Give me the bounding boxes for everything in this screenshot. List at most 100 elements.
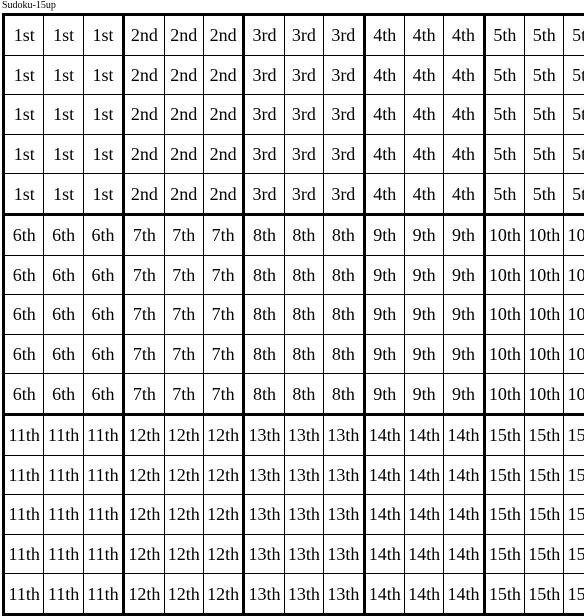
grid-cell[interactable]: 10th (525, 334, 564, 374)
grid-cell[interactable]: 10th (484, 255, 524, 295)
grid-cell[interactable]: 1st (4, 95, 44, 135)
grid-cell[interactable]: 3rd (244, 174, 284, 215)
grid-cell[interactable]: 8th (244, 334, 284, 374)
grid-cell[interactable]: 5th (564, 55, 584, 95)
grid-cell[interactable]: 3rd (284, 174, 323, 215)
grid-cell[interactable]: 7th (164, 334, 203, 374)
grid-cell[interactable]: 11th (44, 534, 83, 574)
grid-cell[interactable]: 6th (4, 214, 44, 255)
grid-cell[interactable]: 12th (124, 534, 164, 574)
grid-cell[interactable]: 3rd (284, 15, 323, 56)
grid-cell[interactable]: 3rd (324, 174, 364, 215)
grid-cell[interactable]: 5th (484, 95, 524, 135)
grid-cell[interactable]: 14th (404, 495, 443, 535)
grid-cell[interactable]: 3rd (284, 134, 323, 174)
grid-cell[interactable]: 7th (164, 255, 203, 295)
grid-cell[interactable]: 2nd (164, 134, 203, 174)
grid-cell[interactable]: 11th (83, 534, 123, 574)
grid-cell[interactable]: 15th (484, 455, 524, 495)
grid-cell[interactable]: 13th (324, 414, 364, 455)
grid-cell[interactable]: 12th (164, 534, 203, 574)
grid-cell[interactable]: 10th (484, 374, 524, 415)
grid-cell[interactable]: 14th (444, 455, 484, 495)
grid-cell[interactable]: 9th (364, 214, 404, 255)
grid-cell[interactable]: 6th (83, 334, 123, 374)
grid-cell[interactable]: 9th (444, 334, 484, 374)
grid-cell[interactable]: 14th (364, 414, 404, 455)
grid-cell[interactable]: 12th (164, 495, 203, 535)
grid-cell[interactable]: 2nd (203, 174, 243, 215)
grid-cell[interactable]: 14th (364, 534, 404, 574)
grid-cell[interactable]: 5th (525, 134, 564, 174)
grid-cell[interactable]: 10th (525, 214, 564, 255)
grid-cell[interactable]: 11th (44, 455, 83, 495)
grid-cell[interactable]: 3rd (324, 134, 364, 174)
grid-cell[interactable]: 1st (83, 174, 123, 215)
grid-cell[interactable]: 11th (83, 574, 123, 615)
grid-cell[interactable]: 14th (364, 455, 404, 495)
grid-cell[interactable]: 15th (525, 534, 564, 574)
grid-cell[interactable]: 9th (444, 374, 484, 415)
grid-cell[interactable]: 12th (124, 455, 164, 495)
grid-cell[interactable]: 11th (44, 414, 83, 455)
grid-cell[interactable]: 8th (284, 255, 323, 295)
grid-cell[interactable]: 2nd (124, 55, 164, 95)
grid-cell[interactable]: 15th (564, 455, 584, 495)
grid-cell[interactable]: 1st (4, 15, 44, 56)
grid-cell[interactable]: 13th (324, 455, 364, 495)
grid-cell[interactable]: 5th (525, 95, 564, 135)
grid-cell[interactable]: 7th (164, 214, 203, 255)
grid-cell[interactable]: 1st (83, 15, 123, 56)
grid-cell[interactable]: 14th (444, 534, 484, 574)
grid-cell[interactable]: 11th (83, 455, 123, 495)
grid-cell[interactable]: 10th (564, 214, 584, 255)
grid-cell[interactable]: 7th (203, 374, 243, 415)
grid-cell[interactable]: 6th (4, 295, 44, 335)
grid-cell[interactable]: 15th (525, 414, 564, 455)
grid-cell[interactable]: 7th (203, 295, 243, 335)
grid-cell[interactable]: 8th (284, 295, 323, 335)
grid-cell[interactable]: 7th (203, 255, 243, 295)
grid-cell[interactable]: 7th (124, 255, 164, 295)
grid-cell[interactable]: 6th (83, 295, 123, 335)
grid-cell[interactable]: 1st (44, 15, 83, 56)
grid-cell[interactable]: 14th (404, 414, 443, 455)
grid-cell[interactable]: 4th (404, 95, 443, 135)
grid-cell[interactable]: 13th (244, 574, 284, 615)
grid-cell[interactable]: 7th (124, 214, 164, 255)
grid-cell[interactable]: 13th (284, 495, 323, 535)
grid-cell[interactable]: 13th (244, 495, 284, 535)
grid-cell[interactable]: 10th (564, 295, 584, 335)
grid-cell[interactable]: 4th (444, 134, 484, 174)
grid-cell[interactable]: 6th (44, 295, 83, 335)
grid-cell[interactable]: 10th (564, 334, 584, 374)
grid-cell[interactable]: 11th (83, 414, 123, 455)
grid-cell[interactable]: 11th (83, 495, 123, 535)
grid-cell[interactable]: 8th (244, 214, 284, 255)
grid-cell[interactable]: 9th (364, 374, 404, 415)
grid-cell[interactable]: 2nd (124, 174, 164, 215)
grid-cell[interactable]: 13th (244, 414, 284, 455)
grid-cell[interactable]: 13th (284, 455, 323, 495)
grid-cell[interactable]: 7th (164, 374, 203, 415)
grid-cell[interactable]: 11th (44, 495, 83, 535)
grid-cell[interactable]: 13th (324, 574, 364, 615)
grid-cell[interactable]: 12th (203, 495, 243, 535)
grid-cell[interactable]: 9th (364, 255, 404, 295)
grid-cell[interactable]: 9th (444, 214, 484, 255)
grid-cell[interactable]: 15th (564, 574, 584, 615)
grid-cell[interactable]: 7th (203, 334, 243, 374)
grid-cell[interactable]: 8th (244, 295, 284, 335)
grid-cell[interactable]: 14th (364, 574, 404, 615)
grid-cell[interactable]: 5th (484, 174, 524, 215)
grid-cell[interactable]: 10th (484, 295, 524, 335)
grid-cell[interactable]: 14th (364, 495, 404, 535)
grid-cell[interactable]: 1st (83, 55, 123, 95)
grid-cell[interactable]: 1st (83, 134, 123, 174)
grid-cell[interactable]: 15th (484, 495, 524, 535)
grid-cell[interactable]: 8th (324, 255, 364, 295)
grid-cell[interactable]: 6th (83, 374, 123, 415)
grid-cell[interactable]: 9th (404, 295, 443, 335)
grid-cell[interactable]: 3rd (244, 134, 284, 174)
grid-cell[interactable]: 1st (44, 174, 83, 215)
